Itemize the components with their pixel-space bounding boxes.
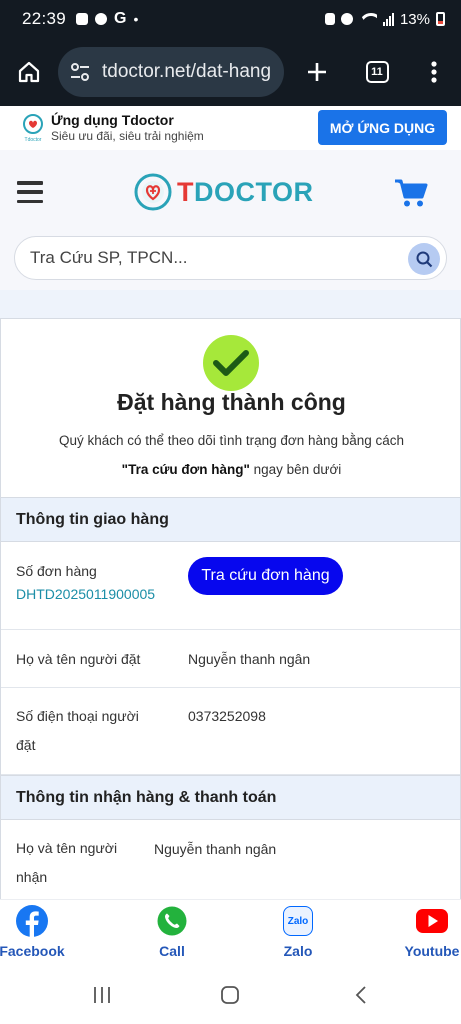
tdoctor-logo[interactable]: TDOCTOR	[133, 170, 314, 214]
system-icons: 13%	[324, 10, 445, 28]
browser-toolbar: tdoctor.net/dat-hang 11	[0, 38, 461, 106]
success-message-tail: ngay bên dưới	[249, 462, 342, 477]
facebook-link[interactable]: Facebook	[0, 904, 65, 959]
phone-icon	[157, 906, 187, 936]
receiving-info-heading: Thông tin nhận hàng & thanh toán	[1, 775, 460, 820]
orderer-name-row: Họ và tên người đặt Nguyễn thanh ngân	[1, 630, 460, 688]
app-banner-title: Ứng dụng Tdoctor	[51, 112, 174, 128]
call-link[interactable]: Call	[152, 904, 192, 959]
alarm-icon	[340, 13, 353, 25]
system-navigation-bar	[0, 965, 461, 1024]
logo-emblem-icon	[134, 173, 172, 211]
back-button[interactable]	[346, 983, 376, 1007]
facebook-icon	[16, 905, 48, 937]
receiver-name-value: Nguyễn thanh ngân	[154, 841, 277, 857]
zalo-label: Zalo	[283, 943, 313, 959]
home-button[interactable]	[0, 38, 58, 106]
google-icon: G	[114, 10, 127, 27]
open-app-button[interactable]: MỞ ỨNG DỤNG	[318, 110, 447, 145]
orderer-phone-row: Số điện thoại người đặt 0373252098	[1, 688, 460, 775]
tdoctor-app-logo: Tdoctor	[23, 114, 43, 143]
recent-apps-button[interactable]	[87, 983, 117, 1007]
app-banner-subtitle: Siêu ưu đãi, siêu trải nghiệm	[51, 129, 204, 143]
logo-word: DOCTOR	[194, 176, 314, 207]
search-bar	[14, 236, 447, 280]
logo-letter-t: T	[177, 176, 194, 207]
app-logo-text: Tdoctor	[25, 137, 42, 143]
chrome-icon	[95, 13, 108, 25]
receiver-name-label-line1: Họ và tên người	[16, 840, 118, 856]
success-title: Đặt hàng thành công	[117, 389, 346, 415]
dot-icon: •	[133, 11, 139, 27]
site-settings-icon[interactable]	[68, 60, 92, 84]
hamburger-menu-button[interactable]	[17, 181, 43, 203]
receiver-name-row: Họ và tên người nhận Nguyễn thanh ngân	[1, 820, 460, 907]
order-number-row: Số đơn hàng DHTD2025011900005 Tra cứu đơ…	[1, 542, 460, 630]
track-order-button[interactable]: Tra cứu đơn hàng	[188, 557, 343, 595]
orderer-phone-label-line2: đặt	[16, 737, 36, 753]
status-time: 22:39	[22, 9, 67, 28]
youtube-label: Youtube	[404, 943, 460, 959]
status-bar: 22:39 G • 13%	[0, 0, 461, 38]
recent-apps-icon	[94, 987, 110, 1003]
back-icon	[355, 986, 366, 1004]
more-vert-icon	[431, 61, 437, 83]
search-button[interactable]	[408, 243, 440, 275]
social-contact-bar: Facebook Call Zalo Zalo Youtube	[0, 899, 461, 965]
site-header: TDOCTOR	[0, 150, 461, 290]
home-icon	[18, 61, 40, 83]
success-check-icon	[203, 335, 259, 391]
notification-icons: G •	[76, 10, 138, 28]
tab-count: 11	[365, 61, 389, 83]
plus-icon	[308, 63, 326, 81]
success-message: Quý khách có thể theo dõi tình trạng đơn…	[58, 433, 405, 448]
notification-icon	[76, 13, 89, 25]
youtube-link[interactable]: Youtube	[403, 904, 461, 959]
zalo-link[interactable]: Zalo Zalo	[278, 904, 318, 959]
order-number-value: DHTD2025011900005	[16, 586, 156, 602]
orderer-phone-value: 0373252098	[188, 708, 266, 724]
call-label: Call	[159, 943, 185, 959]
orderer-name-label: Họ và tên người đặt	[16, 651, 141, 667]
search-icon	[416, 251, 432, 267]
address-bar[interactable]: tdoctor.net/dat-hang	[58, 47, 284, 97]
url-text: tdoctor.net/dat-hang	[102, 61, 272, 82]
zalo-icon: Zalo	[283, 906, 313, 936]
receiver-name-label: Họ và tên người nhận	[16, 834, 117, 892]
order-success-card: Đặt hàng thành công Quý khách có thể the…	[0, 318, 461, 908]
sim-icon	[324, 13, 335, 25]
new-tab-button[interactable]	[287, 38, 347, 106]
track-order-hint: "Tra cứu đơn hàng"	[121, 462, 250, 477]
facebook-label: Facebook	[0, 943, 65, 959]
app-install-banner: Tdoctor Ứng dụng Tdoctor Siêu ưu đãi, si…	[0, 106, 461, 150]
order-number-label: Số đơn hàng	[16, 563, 97, 579]
tab-switcher-button[interactable]: 11	[347, 38, 407, 106]
cart-icon[interactable]	[394, 178, 428, 208]
home-nav-button[interactable]	[215, 983, 245, 1007]
delivery-info-heading: Thông tin giao hàng	[1, 497, 460, 542]
success-message-line2: "Tra cứu đơn hàng" ngay bên dưới	[1, 462, 460, 477]
battery-icon	[436, 12, 445, 26]
wifi-icon	[359, 13, 377, 26]
app-banner-text: Ứng dụng Tdoctor Siêu ưu đãi, siêu trải …	[51, 112, 204, 144]
battery-percent: 13%	[399, 10, 430, 28]
receiver-name-label-line2: nhận	[16, 869, 48, 885]
browser-menu-button[interactable]	[407, 38, 461, 106]
orderer-name-value: Nguyễn thanh ngân	[188, 651, 311, 667]
signal-icon	[382, 12, 394, 26]
search-input[interactable]	[30, 248, 390, 268]
orderer-phone-label: Số điện thoại người đặt	[16, 702, 139, 760]
section-divider	[0, 290, 461, 318]
home-nav-icon	[221, 986, 239, 1004]
youtube-icon	[416, 909, 448, 933]
orderer-phone-label-line1: Số điện thoại người	[16, 708, 139, 724]
